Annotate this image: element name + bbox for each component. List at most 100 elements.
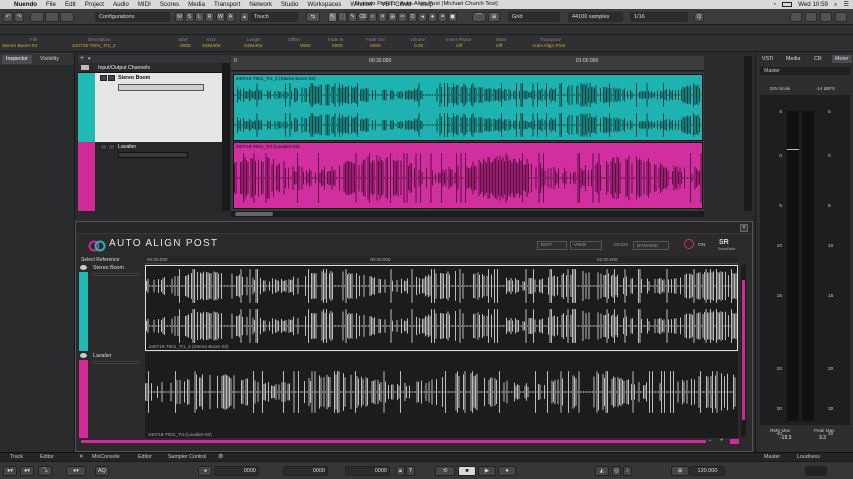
layout-button-4[interactable] — [835, 12, 847, 22]
timeline-ruler[interactable]: 0 00:30.000 01:00.000 — [231, 56, 704, 71]
zoom-in-icon[interactable]: + — [720, 438, 724, 444]
plugin-horizontal-scrollbar[interactable] — [81, 440, 706, 443]
info-value-volume[interactable]: 0.00 — [414, 44, 423, 49]
tab-master[interactable]: Master — [764, 454, 780, 460]
snap-mode-icon[interactable]: ⊞ — [488, 12, 500, 22]
redo-button[interactable]: ↷ — [14, 12, 24, 22]
meter-scale-type[interactable]: DIN Scale — [770, 86, 790, 91]
audio-event-lavalier[interactable]: 240718-T001_Tr3 (Lavalier-03) — [233, 142, 703, 209]
range-tool-icon[interactable]: ⬚ — [338, 12, 347, 22]
event-display[interactable]: 240718-T001_Tr1_2 (Stereo Boom-03) 24071… — [231, 72, 704, 211]
ui-button-b[interactable] — [60, 12, 74, 22]
edit-menu-button[interactable]: EDIT — [537, 241, 567, 250]
edit-mode-icon[interactable]: ◼ — [448, 12, 457, 22]
monitor-button[interactable]: ●▾ — [66, 466, 86, 476]
plugin-waveform-stereo-boom[interactable]: 240718-T001_Tr1_2 (Stereo Boom-03) — [145, 265, 738, 351]
close-lower-zone-icon[interactable]: ✕ — [79, 454, 83, 460]
info-value-end[interactable]: 3494404 — [202, 44, 221, 49]
transport-menu-button[interactable] — [805, 466, 827, 476]
aq-button[interactable]: AQ — [95, 466, 109, 476]
track-lavalier[interactable]: Lavalier — [78, 142, 223, 211]
mode-a-button[interactable]: A — [226, 12, 235, 22]
tempo-track-icon[interactable]: T — [406, 466, 415, 476]
color-tool-icon[interactable]: ● — [428, 12, 437, 22]
tab-track[interactable]: Track — [10, 454, 23, 460]
solo-button[interactable] — [108, 75, 115, 81]
tab-vsti[interactable]: VSTi — [762, 55, 773, 63]
project-button[interactable] — [30, 12, 44, 22]
tempo-mode-button[interactable]: ⊞ — [671, 466, 689, 476]
track-list-scrollbar[interactable] — [222, 63, 230, 211]
info-value-length[interactable]: 3494404 — [244, 44, 263, 49]
lock-icon[interactable]: 🔒︎ — [396, 466, 405, 476]
mute-button[interactable] — [100, 144, 107, 150]
zoom-tool-icon[interactable]: ⌕ — [368, 12, 377, 22]
undo-button[interactable]: ↶ — [3, 12, 13, 22]
info-value-invert-phase[interactable]: Off — [456, 44, 462, 49]
automation-icon[interactable]: ▴ — [240, 12, 249, 22]
metronome-button[interactable]: ◭ — [595, 466, 609, 476]
horizontal-scrollbar[interactable] — [231, 211, 704, 217]
layout-button-2[interactable] — [805, 12, 817, 22]
grid-dropdown[interactable]: Grid — [508, 12, 560, 22]
record-mode-button[interactable]: ●▾ — [3, 466, 17, 476]
erase-tool-icon[interactable]: ⌫ — [358, 12, 367, 22]
zoom-fit-icon[interactable] — [730, 439, 739, 444]
position-display-2[interactable]: 0000 — [283, 466, 328, 476]
tab-editor[interactable]: Editor — [138, 454, 152, 460]
reference-eye-icon[interactable] — [80, 353, 87, 358]
plugin-track-stereo-boom[interactable]: Stereo Boom — [79, 264, 141, 351]
plugin-waveform-lavalier[interactable]: 240718-T001_Tr3 (Lavalier-03) — [145, 352, 738, 438]
solo-button[interactable] — [108, 144, 115, 150]
layout-button-3[interactable] — [820, 12, 832, 22]
folder-track-name[interactable]: Input/Output Channels — [98, 65, 150, 71]
position-display-1[interactable]: 0000 — [214, 466, 259, 476]
settings-gear-icon[interactable]: ⚙ — [218, 453, 223, 460]
info-value-start[interactable]: 0000 — [180, 44, 191, 49]
sample-rate-dropdown[interactable]: 44100 samples — [568, 12, 623, 22]
folder-track[interactable]: Input/Output Channels — [78, 63, 223, 73]
plugin-track-lavalier[interactable]: Lavalier — [79, 352, 141, 438]
tab-loudness[interactable]: Loudness — [797, 454, 820, 460]
play-button[interactable]: ▶ — [478, 466, 496, 476]
split-tool-icon[interactable]: ✂ — [398, 12, 407, 22]
mode-r-button[interactable]: R — [205, 12, 214, 22]
folder-icon[interactable] — [81, 65, 89, 70]
snap-icon[interactable]: ⌒ — [472, 12, 486, 22]
track-slider[interactable] — [93, 273, 139, 276]
info-value-file[interactable]: Stereo Boom-03 — [2, 44, 37, 49]
play-tool-icon[interactable]: ◂ — [418, 12, 427, 22]
position-display-3[interactable]: 0000 — [345, 466, 390, 476]
mode-s-button[interactable]: S — [185, 12, 194, 22]
tempo-display[interactable]: 120.000 — [690, 466, 725, 476]
tab-sampler-control[interactable]: Sampler Control — [168, 454, 206, 460]
track-dropdown-icon[interactable]: ▾ — [88, 55, 91, 63]
pencil-tool-icon[interactable]: ✎ — [348, 12, 357, 22]
link-icon[interactable]: ⚭ — [438, 12, 447, 22]
mode-dropdown[interactable]: DYNAMIC — [633, 241, 669, 250]
tab-mixconsole[interactable]: MixConsole — [92, 454, 120, 460]
info-value-offset[interactable]: 0000 — [300, 44, 311, 49]
plugin-vertical-scrollbar[interactable] — [741, 265, 746, 437]
quantize-apply-button[interactable]: Q — [694, 12, 704, 22]
stop-button[interactable]: ■ — [458, 466, 476, 476]
track-name[interactable]: Stereo Boom — [118, 75, 150, 81]
mode-w-button[interactable]: W — [216, 12, 225, 22]
tab-editor-left[interactable]: Editor — [40, 454, 54, 460]
mute-button[interactable] — [100, 75, 107, 81]
info-value-fade-in[interactable]: 0000 — [332, 44, 343, 49]
track-name[interactable]: Lavalier — [118, 144, 136, 150]
meter-reference[interactable]: -14 dBFS — [816, 86, 835, 91]
routing-icon[interactable]: ⇆ — [306, 12, 320, 22]
click-icon[interactable]: ♪ — [623, 466, 632, 476]
mute-tool-icon[interactable]: ✕ — [378, 12, 387, 22]
tab-meter[interactable]: Meter — [832, 55, 852, 63]
scroll-thumb[interactable] — [235, 212, 273, 216]
info-value-transpose[interactable]: Auto-Align Post — [532, 44, 565, 49]
track-stereo-boom[interactable]: Stereo Boom — [78, 73, 223, 142]
audio-event-stereo-boom[interactable]: 240718-T001_Tr1_2 (Stereo Boom-03) — [233, 74, 703, 141]
project-vertical-scrollbar[interactable] — [744, 56, 752, 211]
plugin-ruler[interactable]: 00:00.000 00:30.000 01:00.000 — [145, 256, 738, 264]
info-value-mute[interactable]: Off — [496, 44, 502, 49]
sync-button[interactable]: ◎ — [612, 466, 621, 476]
